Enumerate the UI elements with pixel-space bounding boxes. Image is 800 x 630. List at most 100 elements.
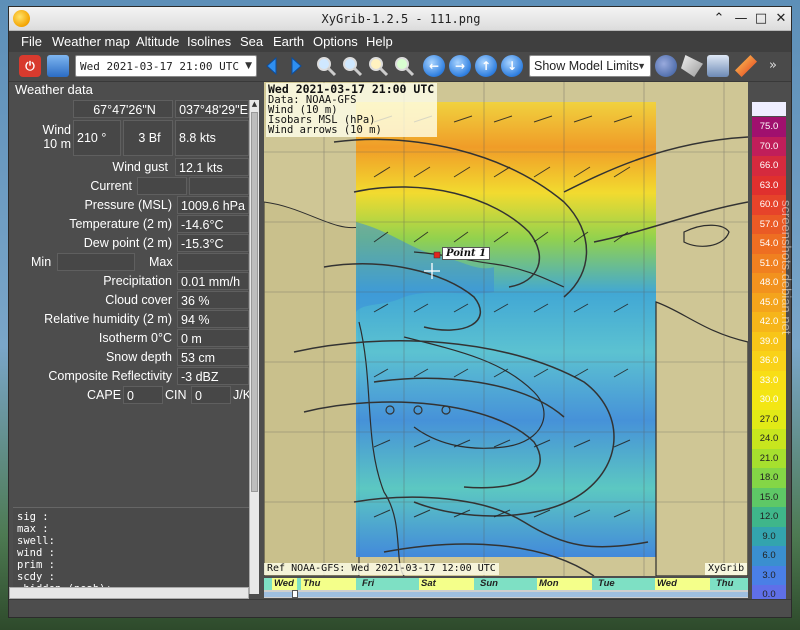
scroll-up-icon[interactable]: ▲: [250, 100, 259, 110]
pressure-value: 1009.6 hPa: [177, 196, 249, 214]
timeline-day[interactable]: Tue: [596, 578, 651, 590]
menu-options[interactable]: Options: [313, 31, 358, 52]
precipitation-row: Precipitation 0.01 mm/h: [13, 272, 249, 290]
toolbar-more[interactable]: »: [769, 55, 791, 77]
humidity-label: Relative humidity (2 m): [44, 312, 172, 326]
zoom-all-icon[interactable]: [393, 55, 415, 77]
colorbar-cell: 66.0: [752, 156, 786, 176]
colorbar-cell: 70.0: [752, 136, 786, 156]
max-value: [177, 253, 249, 271]
title-bar: XyGrib-1.2.5 - 111.png ⌃ — □ ✕: [9, 7, 791, 31]
timeline-day[interactable]: Thu: [714, 578, 748, 590]
temperature-row: Temperature (2 m) -14.6°C: [13, 215, 249, 233]
weather-map[interactable]: Wed 2021-03-17 21:00 UTC Data: NOAA-GFS …: [264, 82, 748, 576]
info-icon[interactable]: [707, 55, 729, 77]
colorbar-cell: 21.0: [752, 448, 786, 468]
menu-help[interactable]: Help: [366, 31, 393, 52]
reflectivity-label: Composite Reflectivity: [48, 369, 172, 383]
menu-isolines[interactable]: Isolines: [187, 31, 231, 52]
isotherm-value: 0 m: [177, 329, 249, 347]
timeline-day[interactable]: Wed: [655, 578, 710, 590]
point-marker-label[interactable]: Point 1: [442, 247, 491, 260]
open-file-icon[interactable]: [47, 55, 69, 77]
maximize-button[interactable]: □: [751, 7, 771, 31]
temperature-label: Temperature (2 m): [69, 217, 172, 231]
window-title: XyGrib-1.2.5 - 111.png: [321, 12, 481, 26]
pan-right-icon[interactable]: →: [449, 55, 471, 77]
current-row: Current: [13, 177, 249, 195]
zoom-selection-icon[interactable]: [367, 55, 389, 77]
timeline-day[interactable]: Thu: [301, 578, 356, 590]
info-line: prim :: [17, 559, 55, 571]
dewpoint-value: -15.3°C: [177, 234, 249, 252]
snow-row: Snow depth 53 cm: [13, 348, 249, 366]
latitude-value: 67°47'26"N: [73, 100, 173, 118]
wind-speed: 8.8 kts: [175, 120, 249, 156]
isotherm-row: Isotherm 0°C 0 m: [13, 329, 249, 347]
colorbar-cell: 6.0: [752, 546, 786, 566]
temperature-value: -14.6°C: [177, 215, 249, 233]
timeline-slider-handle[interactable]: [292, 590, 298, 598]
colorbar-top-blank: [752, 102, 786, 116]
scroll-thumb[interactable]: [251, 112, 258, 492]
weather-data-panel: Weather data 67°47'26"N 037°48'29"E Wind…: [13, 82, 261, 594]
rocket-icon[interactable]: [735, 55, 757, 77]
xygrib-window: XyGrib-1.2.5 - 111.png ⌃ — □ ✕ File Weat…: [8, 6, 792, 618]
cloud-value: 36 %: [177, 291, 249, 309]
next-step-icon[interactable]: [285, 55, 307, 77]
timeline-day[interactable]: Mon: [537, 578, 592, 590]
balloon-icon[interactable]: [681, 55, 703, 77]
gust-label: Wind gust: [112, 160, 168, 174]
map-canvas: [264, 82, 748, 576]
menu-file[interactable]: File: [21, 31, 42, 52]
forecast-timeline[interactable]: Wed Thu Fri Sat Sun Mon Tue Wed Thu: [264, 578, 748, 598]
pan-down-icon[interactable]: ↓: [501, 55, 523, 77]
precipitation-value: 0.01 mm/h: [177, 272, 249, 290]
menu-altitude[interactable]: Altitude: [136, 31, 179, 52]
shade-button[interactable]: ⌃: [709, 7, 729, 31]
minimize-button[interactable]: —: [731, 7, 751, 31]
model-limits-select[interactable]: Show Model Limits ▼: [529, 55, 651, 77]
timeline-day[interactable]: Wed: [272, 578, 297, 590]
panel-scrollbar[interactable]: ▲: [249, 100, 259, 594]
dewpoint-row: Dew point (2 m) -15.3°C: [13, 234, 249, 252]
colorbar-cell: 75.0: [752, 117, 786, 137]
current-label: Current: [90, 179, 132, 193]
zoom-in-icon[interactable]: [315, 55, 337, 77]
menu-sea[interactable]: Sea: [240, 31, 263, 52]
humidity-row: Relative humidity (2 m) 94 %: [13, 310, 249, 328]
colorbar-cell: 24.0: [752, 429, 786, 449]
pan-up-icon[interactable]: ↑: [475, 55, 497, 77]
colorbar-cell: 18.0: [752, 468, 786, 488]
timeline-slider-track[interactable]: [264, 592, 748, 597]
chevron-down-icon: ▼: [637, 61, 646, 71]
menu-bar: File Weather map Altitude Isolines Sea E…: [9, 31, 791, 52]
coordinates-row: 67°47'26"N 037°48'29"E: [13, 100, 249, 118]
cloud-row: Cloud cover 36 %: [13, 291, 249, 309]
close-button[interactable]: ✕: [771, 7, 791, 31]
globe-icon[interactable]: [655, 55, 677, 77]
gust-row: Wind gust 12.1 kts: [13, 158, 249, 176]
timeline-day[interactable]: Sat: [419, 578, 474, 590]
app-name-label: XyGrib: [705, 563, 748, 575]
gust-value: 12.1 kts: [175, 158, 249, 176]
precipitation-label: Precipitation: [103, 274, 172, 288]
date-select[interactable]: Wed 2021-03-17 21:00 UTC ▼: [75, 55, 257, 77]
menu-weather-map[interactable]: Weather map: [52, 31, 130, 52]
dewpoint-label: Dew point (2 m): [83, 236, 172, 250]
wind-label: Wind 10 m: [42, 123, 71, 151]
reflectivity-value: -3 dBZ: [177, 367, 249, 385]
previous-step-icon[interactable]: [261, 55, 283, 77]
timeline-day[interactable]: Sun: [478, 578, 533, 590]
pan-left-icon[interactable]: ←: [423, 55, 445, 77]
quit-icon[interactable]: ⏻: [19, 55, 41, 77]
zoom-out-icon[interactable]: [341, 55, 363, 77]
menu-earth[interactable]: Earth: [273, 31, 304, 52]
watermark: screenshots.debian.net: [779, 200, 794, 335]
toolbar: ⏻ Wed 2021-03-17 21:00 UTC ▼ ← → ↑ ↓ Sho…: [9, 52, 791, 82]
panel-horizontal-scrollbar[interactable]: [9, 587, 249, 599]
snow-value: 53 cm: [177, 348, 249, 366]
colorbar-cell: 63.0: [752, 175, 786, 195]
pressure-row: Pressure (MSL) 1009.6 hPa: [13, 196, 249, 214]
timeline-day[interactable]: Fri: [360, 578, 415, 590]
